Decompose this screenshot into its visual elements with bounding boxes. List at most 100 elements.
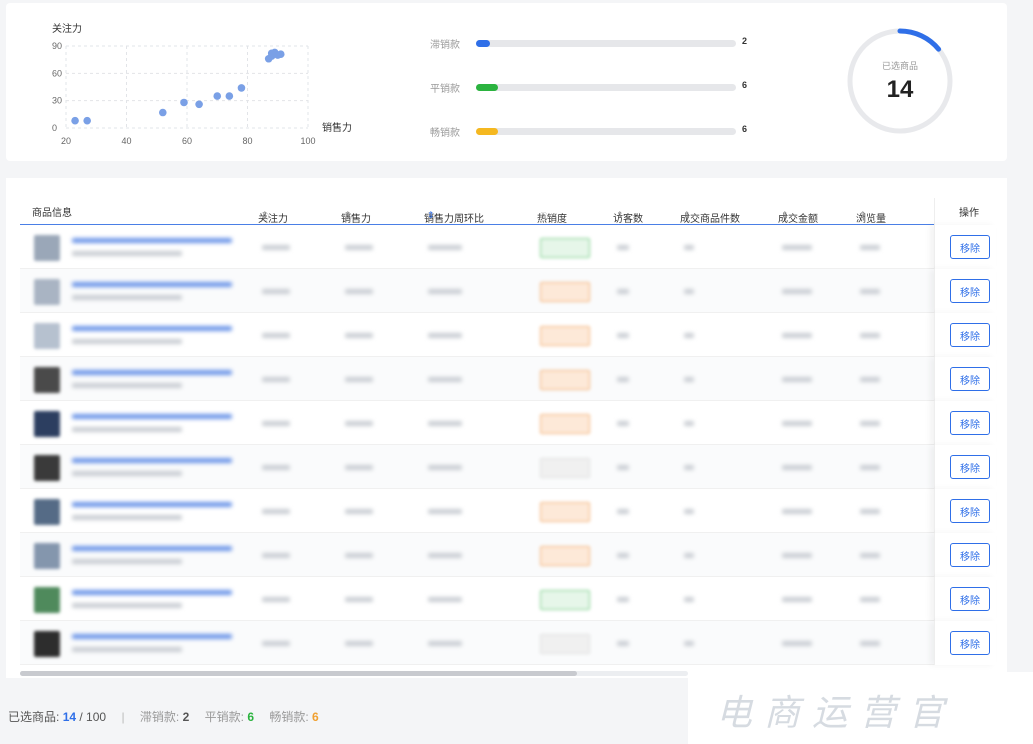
hot-tag-blurred xyxy=(540,634,590,654)
product-title-blurred xyxy=(72,370,232,375)
cell-blurred xyxy=(262,377,290,382)
remove-button[interactable]: 移除 xyxy=(950,411,990,435)
y-axis-label: 关注力 xyxy=(52,22,82,35)
product-title-blurred xyxy=(72,590,232,595)
bar-row-hot: 畅销款 6 xyxy=(430,121,770,165)
col-product: 商品信息 xyxy=(32,208,72,219)
remove-button[interactable]: 移除 xyxy=(950,631,990,655)
normal-count: 6 xyxy=(247,710,254,724)
cell-blurred xyxy=(617,509,629,514)
table-row: 移除 xyxy=(20,269,996,313)
cell-blurred xyxy=(860,509,880,514)
selected-label: 已选商品: xyxy=(8,710,60,724)
cell-blurred xyxy=(617,377,629,382)
remove-button[interactable]: 移除 xyxy=(950,279,990,303)
data-point xyxy=(159,108,167,117)
product-thumbnail xyxy=(34,543,60,569)
cell-blurred xyxy=(345,245,373,250)
bar-label: 滞销款 xyxy=(430,40,460,51)
hot-tag-blurred xyxy=(540,502,590,522)
product-thumbnail xyxy=(34,631,60,657)
cell-blurred xyxy=(428,465,462,470)
product-title-blurred xyxy=(72,546,232,551)
selected-total: / 100 xyxy=(79,710,107,724)
cell-blurred xyxy=(345,465,373,470)
product-id-blurred xyxy=(72,251,182,256)
summary-card: 关注力 90 60 30 0 20 40 60 80 100 销售力 滞销款 2 平销款 6 畅销款… xyxy=(6,3,1007,161)
data-point xyxy=(225,92,234,100)
cell-blurred xyxy=(428,597,462,602)
product-thumbnail xyxy=(34,279,60,305)
cell-blurred xyxy=(262,553,290,558)
cell-blurred xyxy=(782,333,812,338)
product-id-blurred xyxy=(72,427,182,432)
action-cell: 移除 xyxy=(934,577,996,621)
remove-button[interactable]: 移除 xyxy=(950,455,990,479)
horizontal-scrollbar[interactable] xyxy=(20,671,577,676)
watermark: 电商运营官 xyxy=(716,693,957,734)
sales-distribution: 滞销款 2 平销款 6 畅销款 6 xyxy=(430,33,770,165)
product-thumbnail xyxy=(34,235,60,261)
table-header: 商品信息 关注力 ⓪ ⇕ 销售力 ⓪ ⇕ 销售力周环比 ⓪ ⇕ 热销度 ⓪ 访客数 ⇕ 成交商品… xyxy=(20,198,996,225)
remove-button[interactable]: 移除 xyxy=(950,323,990,347)
cell-blurred xyxy=(428,421,462,426)
product-id-blurred xyxy=(72,339,182,344)
data-point xyxy=(83,116,91,125)
sort-icon[interactable]: ⇕ xyxy=(261,210,269,221)
cell-blurred xyxy=(345,509,373,514)
bar-value: 2 xyxy=(742,36,748,46)
product-id-blurred xyxy=(72,295,182,300)
product-title-blurred xyxy=(72,458,232,463)
product-title-blurred xyxy=(72,238,232,243)
remove-button[interactable]: 移除 xyxy=(950,235,990,259)
product-id-blurred xyxy=(72,603,182,608)
sort-icon[interactable]: ⇕ xyxy=(859,210,867,221)
sort-icon[interactable]: ⇕ xyxy=(344,210,352,221)
x-tick-label: 80 xyxy=(242,136,252,146)
action-cell: 移除 xyxy=(934,357,996,401)
x-tick-label: 100 xyxy=(300,136,315,146)
hot-tag-blurred xyxy=(540,414,590,434)
hot-tag-blurred xyxy=(540,326,590,346)
bar-fill xyxy=(476,84,499,91)
hot-tag-blurred xyxy=(540,282,590,302)
y-tick-label: 30 xyxy=(52,96,62,106)
action-cell: 移除 xyxy=(934,621,996,665)
cell-blurred xyxy=(860,333,880,338)
x-axis-label: 销售力 xyxy=(322,121,352,134)
sort-icon[interactable]: ⇕ xyxy=(683,210,691,221)
data-point xyxy=(71,116,79,125)
bar-value: 6 xyxy=(742,80,748,90)
sort-icon[interactable]: ⇕ xyxy=(781,210,789,221)
table-row: 移除 xyxy=(20,445,996,489)
action-cell: 移除 xyxy=(934,401,996,445)
sort-icon[interactable]: ⇕ xyxy=(427,210,435,221)
cell-blurred xyxy=(428,245,462,250)
action-cell: 移除 xyxy=(934,269,996,313)
remove-button[interactable]: 移除 xyxy=(950,543,990,567)
cell-blurred xyxy=(262,465,290,470)
cell-blurred xyxy=(782,465,812,470)
remove-button[interactable]: 移除 xyxy=(950,367,990,391)
hot-label: 畅销款: xyxy=(269,710,309,724)
normal-label: 平销款: xyxy=(204,710,244,724)
selection-summary: 已选商品: 14 / 100 | 滞销款: 2 平销款: 6 畅销款: 6 xyxy=(8,708,319,725)
cell-blurred xyxy=(428,377,462,382)
product-thumbnail xyxy=(34,499,60,525)
product-title-blurred xyxy=(72,414,232,419)
cell-blurred xyxy=(782,245,812,250)
product-thumbnail xyxy=(34,411,60,437)
slow-label: 滞销款: xyxy=(139,710,180,724)
product-title-blurred xyxy=(72,282,232,287)
cell-blurred xyxy=(617,597,629,602)
sort-icon[interactable]: ⇕ xyxy=(616,210,624,221)
remove-button[interactable]: 移除 xyxy=(950,587,990,611)
cell-blurred xyxy=(684,509,694,514)
selected-ring: 已选商品 14 xyxy=(840,21,960,141)
y-tick-label: 90 xyxy=(52,41,62,51)
cell-blurred xyxy=(684,377,694,382)
cell-blurred xyxy=(782,509,812,514)
divider: | xyxy=(121,710,125,724)
remove-button[interactable]: 移除 xyxy=(950,499,990,523)
cell-blurred xyxy=(684,333,694,338)
